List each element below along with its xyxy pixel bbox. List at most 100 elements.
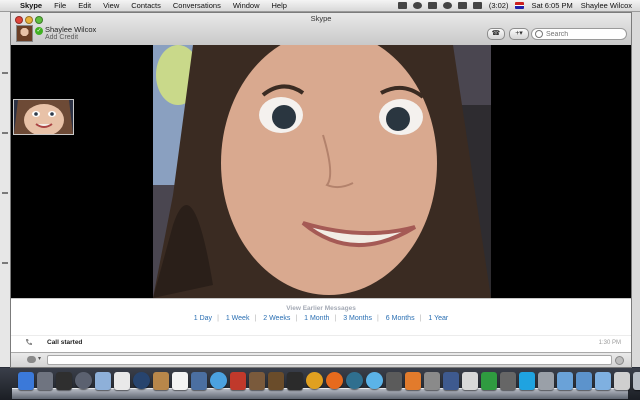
period-separator: | [254,315,257,322]
profile-name[interactable]: Shaylee Wilcox [45,25,96,34]
period-6-months[interactable]: 6 Months [381,315,420,322]
mirror-icon[interactable] [500,372,516,390]
window-title: Skype [310,14,332,23]
online-status-icon[interactable]: ✓ [35,27,43,35]
itunes-icon[interactable] [210,372,227,389]
background-window-right[interactable] [632,12,640,367]
menu-bar: Skype File Edit View Contacts Conversati… [0,0,640,12]
time-machine-icon[interactable] [75,372,92,389]
add-credit-link[interactable]: Add Credit [45,34,78,41]
self-video-image [14,100,73,134]
view-earlier-messages[interactable]: View Earlier Messages [11,305,631,312]
background-window-line [2,262,8,264]
terminal-icon[interactable] [386,372,402,390]
period-2-weeks[interactable]: 2 Weeks [258,315,295,322]
history-period-links: 1 Day | 1 Week | 2 Weeks | 1 Month | 3 Month… [11,315,631,322]
self-smile [35,123,53,128]
ical-icon[interactable] [172,372,188,390]
menu-conversations[interactable]: Conversations [167,1,227,10]
self-right-iris [50,112,54,116]
right-iris [386,107,410,131]
menu-contacts[interactable]: Contacts [125,1,167,10]
menu-help[interactable]: Help [266,1,293,10]
garageband-icon[interactable] [287,372,303,390]
photos-icon[interactable] [424,372,440,390]
call-event-row: Call started 1:30 PM [11,335,631,348]
preview-icon[interactable] [95,372,111,390]
menu-edit[interactable]: Edit [72,1,97,10]
battery-status-icon[interactable] [472,2,482,9]
period-3-months[interactable]: 3 Months [338,315,377,322]
screenshot-icon[interactable] [114,372,130,390]
imovie-icon[interactable] [268,372,284,390]
call-phones-button[interactable]: ☎ [487,28,505,40]
presentation-icon[interactable] [405,372,421,390]
emoticon-button[interactable] [615,356,624,365]
wifi-status-icon[interactable] [442,2,452,9]
menu-file[interactable]: File [48,1,72,10]
period-separator: | [419,315,422,322]
utility-icon[interactable] [443,372,459,390]
phone-icon-shape [26,339,32,346]
firefox-icon[interactable] [326,372,343,389]
left-iris [272,105,296,129]
period-1-month[interactable]: 1 Month [299,315,334,322]
profile-avatar[interactable] [16,25,33,42]
search-icon [535,30,543,38]
message-input[interactable] [47,355,612,365]
background-window-line [2,72,8,74]
evernote-icon[interactable] [481,372,497,390]
archive-icon[interactable] [538,372,554,390]
video-call-area[interactable] [11,45,631,298]
folder-icon[interactable] [557,372,573,390]
menu-view[interactable]: View [97,1,125,10]
skype-icon[interactable] [519,372,535,390]
battery-time[interactable]: (3:02) [489,1,509,10]
safari-icon[interactable] [366,372,383,389]
quicktime-icon[interactable] [133,372,150,389]
period-1-day[interactable]: 1 Day [189,315,217,322]
trash-icon[interactable] [633,372,640,390]
documents-folder-icon[interactable] [595,372,611,390]
period-1-week[interactable]: 1 Week [221,315,255,322]
background-window-line [2,132,8,134]
background-window-line [2,192,8,194]
bluetooth-status-icon[interactable] [427,2,437,9]
period-separator: | [334,315,337,322]
dashboard-icon[interactable] [56,372,72,390]
address-book-icon[interactable] [153,372,169,390]
iphoto-icon[interactable] [191,372,207,390]
dock [0,368,640,400]
message-input-bar: ▾ [11,352,631,367]
chevron-down-icon[interactable]: ▾ [38,355,41,362]
period-1-year[interactable]: 1 Year [423,315,453,322]
chat-bubble-icon[interactable] [27,356,36,363]
self-video-preview[interactable] [13,99,74,135]
volume-status-icon[interactable] [457,2,467,9]
menu-skype[interactable]: Skype [14,1,48,10]
system-preferences-icon[interactable] [37,372,53,390]
timemachine-status-icon[interactable] [412,2,422,9]
mail-icon[interactable] [462,372,478,390]
add-contact-button[interactable]: +▾ [509,28,529,40]
evernote-status-icon[interactable] [397,2,407,9]
self-left-iris [34,112,38,116]
input-source-flag-icon[interactable] [515,2,525,9]
network-icon[interactable] [346,372,363,389]
photo-booth-icon[interactable] [230,372,246,390]
downloads-folder-icon[interactable] [576,372,592,390]
menu-extras: (3:02) Sat 6:05 PM Shaylee Wilcox [395,1,640,10]
title-bar[interactable]: Skype ✓ Shaylee Wilcox Add Credit ☎ +▾ [11,13,631,46]
phone-icon [26,339,32,346]
search-field[interactable] [531,28,627,40]
call-started-text: Call started [47,339,83,346]
menubar-clock[interactable]: Sat 6:05 PM [531,1,572,10]
search-input[interactable] [546,29,624,39]
menu-window[interactable]: Window [227,1,266,10]
chrome-icon[interactable] [306,372,323,389]
iphoto-album-icon[interactable] [249,372,265,390]
finder-icon[interactable] [18,372,34,390]
settings-gear-icon[interactable] [614,372,630,390]
period-separator: | [295,315,298,322]
menubar-user[interactable]: Shaylee Wilcox [581,1,632,10]
